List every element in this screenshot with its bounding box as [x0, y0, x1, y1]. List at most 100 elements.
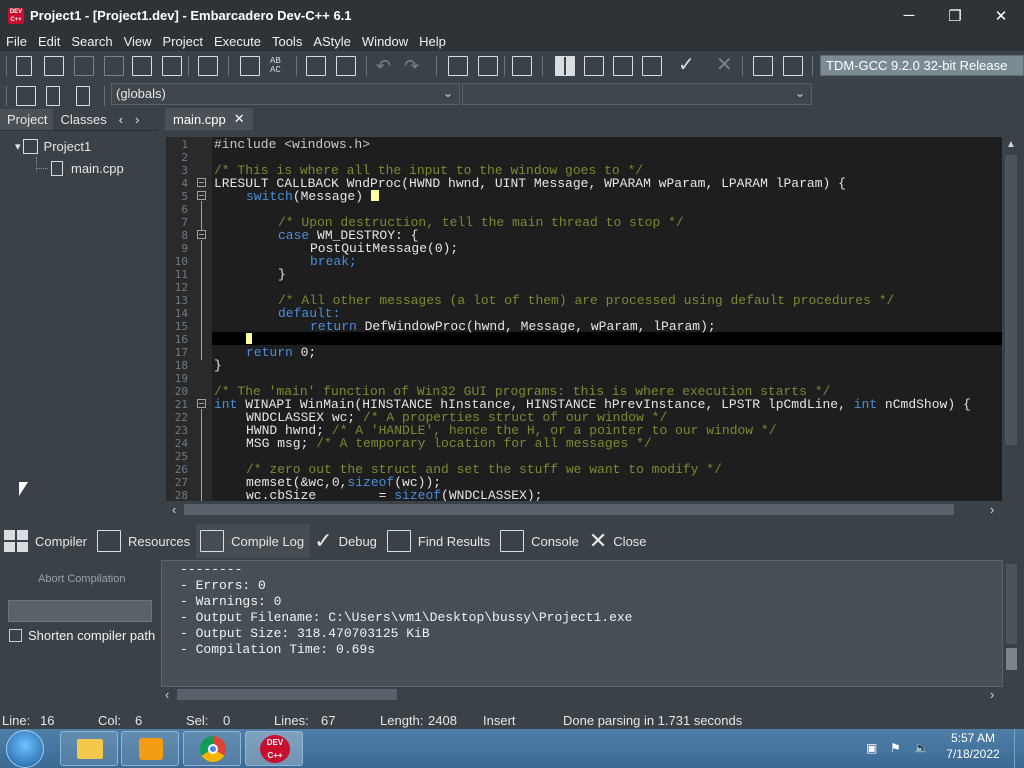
debug-check-icon: ✓: [314, 528, 333, 553]
new-file-icon[interactable]: [16, 56, 32, 76]
add-file-icon[interactable]: [478, 56, 498, 76]
tab-main-cpp[interactable]: main.cpp ✕: [165, 108, 253, 130]
function-combo[interactable]: ⌄: [462, 83, 812, 105]
menu-view[interactable]: View: [118, 34, 157, 49]
tab-debug[interactable]: ✓ Debug: [310, 524, 383, 558]
tree-file-node[interactable]: main.cpp: [36, 161, 124, 176]
scope-combo[interactable]: (globals) ⌄: [111, 83, 460, 105]
compile-icon[interactable]: [555, 56, 575, 76]
close-all-icon[interactable]: [162, 56, 182, 76]
volume-icon[interactable]: 🔈: [914, 741, 929, 755]
scroll-right-icon[interactable]: ›: [990, 502, 994, 517]
abort-compilation-button[interactable]: Abort Compilation: [38, 573, 125, 585]
menu-astyle[interactable]: AStyle: [307, 34, 356, 49]
scroll-left-icon[interactable]: ‹: [165, 687, 169, 702]
taskbar-media-player[interactable]: [121, 731, 179, 766]
save-all-icon[interactable]: [104, 56, 124, 76]
tab-compile-log[interactable]: Compile Log: [196, 524, 311, 558]
goto-bookmark-icon[interactable]: [76, 86, 90, 106]
chevron-right-icon[interactable]: ›: [129, 112, 145, 127]
menu-help[interactable]: Help: [413, 34, 451, 49]
goto-line-icon[interactable]: [306, 56, 326, 76]
scrollbar-thumb[interactable]: [1006, 648, 1017, 670]
scroll-left-icon[interactable]: ‹: [172, 502, 176, 517]
code-editor[interactable]: 1 2 3 4 5 6 7 8 9 10 11 12 13 14 15 16 17 18 19 20 21 22 23 24 2…: [166, 137, 1002, 501]
shorten-path-option[interactable]: Shorten compiler path: [9, 628, 155, 643]
shorten-path-checkbox[interactable]: [9, 629, 22, 642]
scroll-up-icon[interactable]: ▲: [1006, 139, 1016, 150]
new-project-icon[interactable]: [448, 56, 468, 76]
close-tab-icon[interactable]: ✕: [234, 111, 245, 127]
tree-project-node[interactable]: ▾ Project1: [15, 139, 91, 154]
bookmark-icon[interactable]: [46, 86, 60, 106]
fold-toggle-icon[interactable]: [197, 178, 206, 187]
taskbar-devcpp[interactable]: DEV C++: [245, 731, 303, 766]
menu-window[interactable]: Window: [356, 34, 413, 49]
tab-resources[interactable]: Resources: [93, 524, 196, 558]
show-desktop-button[interactable]: [1014, 729, 1024, 768]
project-options-icon[interactable]: [512, 56, 532, 76]
log-horizontal-scrollbar[interactable]: ‹ ›: [161, 687, 1003, 703]
tree-project-label: Project1: [43, 139, 92, 154]
tab-classes[interactable]: Classes: [53, 109, 112, 130]
find-icon[interactable]: [240, 56, 260, 76]
compiler-select[interactable]: TDM-GCC 9.2.0 32-bit Release: [820, 55, 1024, 76]
scrollbar-thumb[interactable]: [177, 689, 397, 700]
replace-icon[interactable]: AB AC: [270, 57, 292, 75]
fold-toggle-icon[interactable]: [197, 399, 206, 408]
maximize-button[interactable]: ❐: [932, 0, 978, 31]
scrollbar-thumb[interactable]: [1006, 564, 1017, 644]
menu-search[interactable]: Search: [65, 34, 117, 49]
scrollbar-thumb[interactable]: [1005, 155, 1017, 445]
close-file-icon[interactable]: [132, 56, 152, 76]
scrollbar-thumb[interactable]: [184, 504, 954, 515]
code-line: wc.cbSize = sizeof(WNDCLASSEX);: [246, 489, 542, 501]
menu-file[interactable]: File: [0, 34, 32, 49]
rebuild-all-icon[interactable]: [642, 56, 662, 76]
code-line: switch(Message): [246, 190, 379, 203]
toolbar-separator: [742, 56, 743, 76]
menu-edit[interactable]: Edit: [32, 34, 65, 49]
network-icon[interactable]: ▣: [866, 741, 880, 755]
toolbar-separator: [188, 56, 189, 76]
taskbar-chrome[interactable]: [183, 731, 241, 766]
scroll-right-icon[interactable]: ›: [990, 687, 994, 702]
line-number: 13: [174, 294, 188, 307]
tab-compiler[interactable]: Compiler: [0, 524, 93, 558]
tab-find-results[interactable]: Find Results: [383, 524, 496, 558]
menu-tools[interactable]: Tools: [266, 34, 307, 49]
expander-icon[interactable]: ▾: [15, 140, 21, 153]
open-folder-icon[interactable]: [44, 56, 64, 76]
clock[interactable]: 5:57 AM 7/18/2022: [944, 731, 1002, 761]
delete-profile-icon[interactable]: [783, 56, 803, 76]
action-center-icon[interactable]: ⚑: [890, 741, 904, 755]
taskbar-explorer[interactable]: [60, 731, 118, 766]
profile-icon[interactable]: [753, 56, 773, 76]
fold-toggle-icon[interactable]: [197, 191, 206, 200]
stop-execution-icon[interactable]: ✕: [716, 55, 736, 76]
compile-run-icon[interactable]: [613, 56, 633, 76]
save-icon[interactable]: [74, 56, 94, 76]
editor-vertical-scrollbar[interactable]: ▲: [1002, 137, 1020, 501]
run-icon[interactable]: [584, 56, 604, 76]
minimize-button[interactable]: ─: [886, 0, 932, 31]
close-button[interactable]: ✕: [978, 0, 1024, 31]
fold-toggle-icon[interactable]: [197, 230, 206, 239]
chevron-left-icon[interactable]: ‹: [113, 112, 129, 127]
insert-icon[interactable]: [16, 86, 36, 106]
toggle-bookmark-icon[interactable]: [336, 56, 356, 76]
menu-execute[interactable]: Execute: [208, 34, 266, 49]
menu-project[interactable]: Project: [157, 34, 208, 49]
tab-project[interactable]: Project: [0, 108, 54, 130]
undo-icon[interactable]: ↶: [376, 56, 396, 76]
tab-console[interactable]: Console: [496, 524, 585, 558]
log-vertical-scrollbar[interactable]: [1003, 560, 1020, 687]
tab-close-panel[interactable]: ✕ Close: [585, 524, 653, 558]
print-icon[interactable]: [198, 56, 218, 76]
compile-log-output[interactable]: -------- - Errors: 0 - Warnings: 0 - Out…: [161, 560, 1003, 687]
editor-horizontal-scrollbar[interactable]: ‹ ›: [166, 501, 1002, 518]
code-keyword: case: [278, 228, 310, 243]
syntax-check-icon[interactable]: ✓: [678, 55, 698, 76]
redo-icon[interactable]: ↷: [404, 56, 424, 76]
start-button[interactable]: [6, 730, 44, 768]
